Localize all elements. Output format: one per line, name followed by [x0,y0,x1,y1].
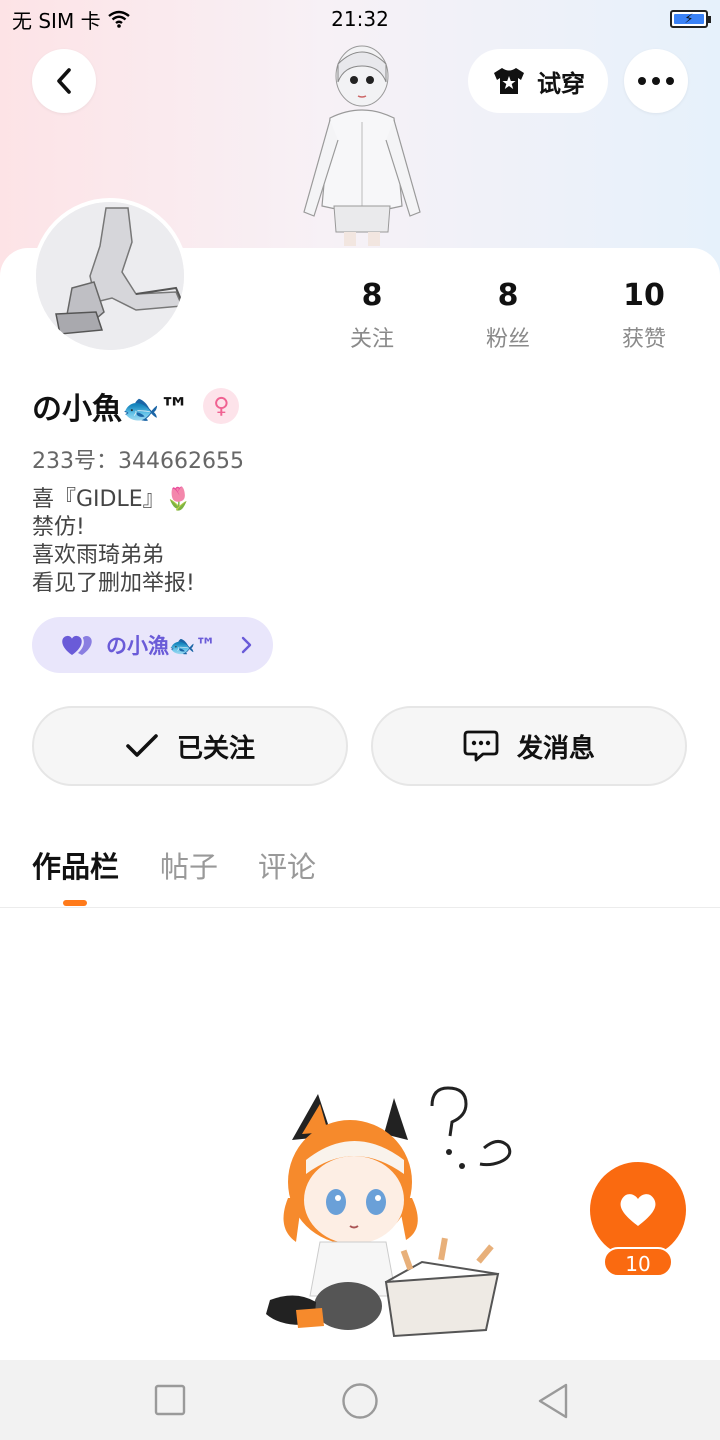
followers-label: 粉丝 [485,327,530,352]
chevron-right-icon [241,636,252,654]
like-count-badge: 10 [603,1247,673,1277]
bio-line: 喜『GIDLE』🌷 [32,487,193,512]
following-count: 8 [361,278,383,313]
bio: 喜『GIDLE』🌷 禁仿! 喜欢雨琦弟弟 看见了删加举报! [32,486,195,598]
tab-posts[interactable]: 帖子 [160,844,218,886]
followed-label: 已关注 [176,733,255,764]
avatar-3d-figure[interactable] [290,36,430,248]
following-label: 关注 [349,327,394,352]
chat-bubble-icon [463,730,499,762]
home-icon[interactable] [341,1382,379,1420]
more-options-button[interactable] [624,49,688,113]
back-button[interactable] [32,49,96,113]
system-navigation-bar [0,1360,720,1440]
like-button[interactable] [590,1162,686,1258]
send-message-button[interactable]: 发消息 [371,706,687,786]
checkmark-icon [126,734,158,757]
fan-group-pill[interactable]: の小漁🐟™ [32,617,273,673]
tshirt-star-icon [494,68,524,94]
followers-count: 8 [497,278,519,313]
tab-works[interactable]: 作品栏 [32,844,119,886]
double-heart-icon [62,635,92,655]
battery-charging-icon: ⚡ [670,10,711,28]
recent-apps-icon[interactable] [154,1384,186,1416]
stat-following[interactable]: 8 关注 [312,278,432,353]
status-bar: 无 SIM 卡 21:32 ⚡ [0,0,720,38]
avatar[interactable] [32,198,188,354]
fan-group-label: の小漁🐟™ [106,634,217,658]
likes-count: 10 [623,278,665,313]
more-dots-icon [638,77,674,85]
active-tab-indicator [63,900,87,906]
status-time: 21:32 [331,7,389,31]
back-arrow-icon [57,68,71,94]
profile-name: の小魚🐟™ [32,392,190,427]
send-message-label: 发消息 [516,733,595,764]
avatar-image [36,202,184,350]
back-nav-icon[interactable] [536,1382,570,1420]
try-on-label: 试穿 [537,69,585,98]
female-icon: ♀ [203,388,240,424]
user-id: 233号：344662655 [32,449,244,474]
stat-likes[interactable]: 10 获赞 [584,278,704,353]
followed-button[interactable]: 已关注 [32,706,348,786]
bio-line: 看见了删加举报! [32,571,195,596]
bio-line: 禁仿! [32,515,85,540]
heart-icon [620,1194,656,1226]
try-on-button[interactable]: 试穿 [468,49,608,113]
likes-label: 获赞 [621,327,666,352]
bio-line: 喜欢雨琦弟弟 [32,543,165,568]
stat-followers[interactable]: 8 粉丝 [448,278,568,353]
name-row: の小魚🐟™ ♀ [32,384,240,428]
tab-comments[interactable]: 评论 [258,844,316,886]
empty-state-illustration [266,1086,512,1338]
profile-tabs: 作品栏 帖子 评论 [0,838,720,908]
